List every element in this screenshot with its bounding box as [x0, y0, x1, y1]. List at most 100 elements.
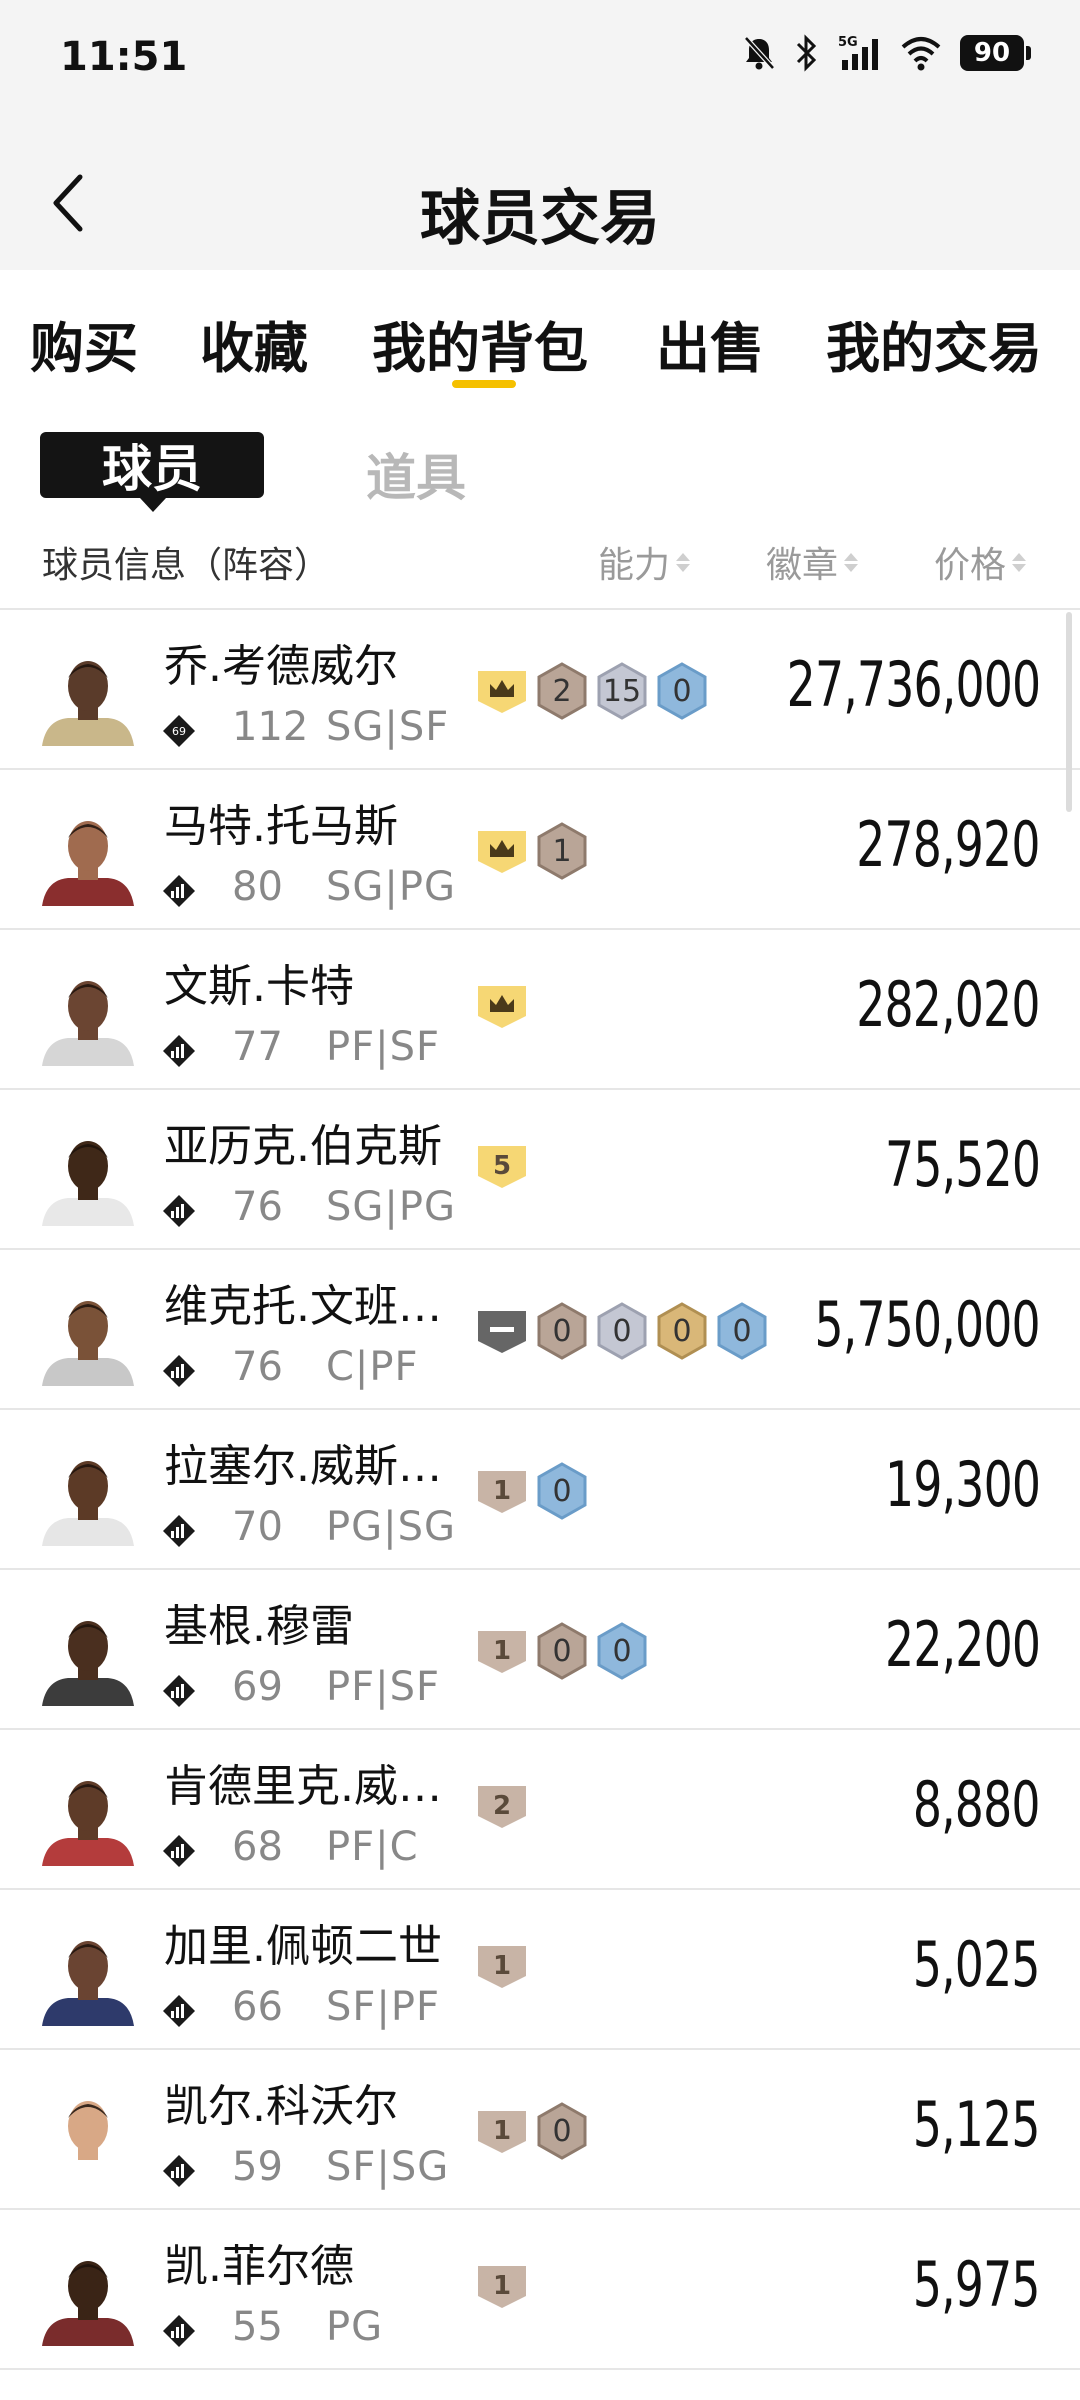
player-row[interactable]: 文斯.卡特 77 PF|SF 282,020 [0, 930, 1080, 1090]
main-tabs: 购买 收藏 我的背包 出售 我的交易 [0, 270, 1080, 400]
player-price: 19,300 [884, 1448, 1041, 1521]
sort-arrows-icon [844, 552, 859, 572]
badge-group: 2 15 0 [476, 662, 708, 720]
player-rating: 76 [232, 1344, 283, 1390]
tab-sell[interactable]: 出售 [656, 304, 764, 383]
subtab-items[interactable]: 道具 [366, 438, 466, 510]
badge-count: 0 [612, 1633, 632, 1669]
player-name: 马特.托马斯 [164, 801, 398, 852]
battery-icon: 90 [960, 35, 1031, 71]
badge-hex-bronze: 0 [536, 1622, 588, 1680]
player-position: PF|SF [326, 1664, 441, 1710]
player-price: 22,200 [884, 1608, 1041, 1681]
player-row[interactable]: 拉塞尔.威斯… 70 PG|SG 1 0 19,300 [0, 1410, 1080, 1570]
player-price: 75,520 [884, 1128, 1041, 1201]
mute-bell-icon [744, 36, 775, 70]
tab-my-backpack[interactable]: 我的背包 [372, 304, 588, 383]
player-name: 凯尔.科沃尔 [164, 2081, 398, 2132]
level-tag-value: 1 [492, 1636, 512, 1666]
player-rating: 76 [232, 1184, 283, 1230]
status-time: 11:51 [60, 34, 188, 80]
sort-badge[interactable]: 徽章 [766, 536, 859, 588]
rating-diamond-icon [163, 1195, 195, 1227]
player-row[interactable]: 肯德里克.威… 68 PF|C 2 8,880 [0, 1730, 1080, 1890]
dash-tag-icon [476, 1307, 528, 1355]
rating-diamond-icon [163, 2155, 195, 2187]
tab-favorites[interactable]: 收藏 [200, 304, 308, 383]
player-row[interactable]: 基根.穆雷 69 PF|SF 1 0 0 22,200 [0, 1570, 1080, 1730]
scrollbar[interactable] [1066, 612, 1072, 812]
player-price: 27,736,000 [786, 648, 1040, 721]
badge-hex-bronze: 1 [536, 822, 588, 880]
sort-price[interactable]: 价格 [934, 536, 1027, 588]
badge-count: 1 [552, 833, 572, 869]
sort-ability[interactable]: 能力 [598, 536, 691, 588]
signal-5g-icon: 5G [838, 35, 878, 70]
badge-count: 0 [732, 1313, 752, 1349]
badge-count: 0 [552, 1313, 572, 1349]
badge-group: 10 [476, 2102, 588, 2160]
crown-tag-icon [476, 827, 528, 875]
rating-badge-text: 69 [172, 725, 186, 738]
tab-my-trades[interactable]: 我的交易 [826, 304, 1042, 383]
rating-diamond-icon: 69 [163, 715, 195, 747]
badge-group: 10 [476, 1462, 588, 1520]
player-row[interactable]: 乔.考德威尔 69 112 SG|SF 2 15 0 27,736,000 [0, 610, 1080, 770]
badge-group: 5 [476, 1142, 528, 1190]
player-name: 加里.佩顿二世 [164, 1921, 442, 1972]
level-tag-value: 2 [492, 1791, 512, 1821]
sort-badge-label: 徽章 [766, 545, 839, 586]
badge-count: 0 [552, 2113, 572, 2149]
player-name: 基根.穆雷 [164, 1601, 354, 1652]
player-list: 乔.考德威尔 69 112 SG|SF 2 15 0 27,736,000 马特.托马斯 80 SG… [0, 608, 1080, 2370]
badge-hex-silver: 15 [596, 662, 648, 720]
level-tag-value: 1 [492, 2271, 512, 2301]
level-tag-value: 1 [492, 1476, 512, 1506]
player-position: SG|PG [326, 1184, 456, 1230]
level-tag-value: 5 [492, 1151, 512, 1181]
player-rating: 70 [232, 1504, 283, 1550]
player-rating: 69 [232, 1664, 283, 1710]
tab-buy[interactable]: 购买 [30, 304, 138, 383]
player-row[interactable]: 加里.佩顿二世 66 SF|PF 1 5,025 [0, 1890, 1080, 2050]
page-title: 球员交易 [420, 184, 660, 254]
crown-tag-icon [476, 982, 528, 1030]
badge-count: 0 [612, 1313, 632, 1349]
page-header: 球员交易 [0, 120, 1080, 270]
badge-group: 1 0 0 [476, 1622, 648, 1680]
player-avatar [42, 1781, 134, 1866]
player-position: PF|SF [326, 1024, 441, 1070]
player-position: PG|SG [326, 1504, 456, 1550]
player-position: SF|PF [326, 1984, 441, 2030]
player-position: PG [326, 2304, 384, 2350]
player-price: 8,880 [913, 1768, 1041, 1841]
player-row[interactable]: 亚历克.伯克斯 76 SG|PG 5 75,520 [0, 1090, 1080, 1250]
level-tag-value: 1 [492, 2116, 512, 2146]
badge-count: 15 [602, 673, 642, 709]
badge-group: 1 [476, 1942, 528, 1990]
active-tab-indicator [452, 380, 516, 388]
player-rating: 80 [232, 864, 283, 910]
player-position: SG|SF [326, 704, 450, 750]
rating-diamond-icon [163, 1995, 195, 2027]
player-avatar [42, 2101, 134, 2186]
level-tag: 2 [476, 1782, 528, 1830]
player-rating: 68 [232, 1824, 283, 1870]
subtab-players[interactable]: 球员 [40, 432, 264, 512]
rating-diamond-icon [163, 1035, 195, 1067]
player-row[interactable]: 马特.托马斯 80 SG|PG 1 278,920 [0, 770, 1080, 930]
player-row[interactable]: 维克托.文班… 76 C|PF 0 0 0 0 5,750,000 [0, 1250, 1080, 1410]
badge-hex-blue: 0 [596, 1622, 648, 1680]
level-tag-value: 1 [492, 1951, 512, 1981]
badge-group: 0 0 0 0 [476, 1302, 768, 1360]
sort-ability-label: 能力 [598, 545, 671, 586]
rating-diamond-icon [163, 875, 195, 907]
player-row[interactable]: 凯尔.科沃尔 59 SF|SG 1 0 5,125 [0, 2050, 1080, 2210]
player-avatar [42, 981, 134, 1066]
subtab-players-label: 球员 [102, 440, 202, 498]
rating-diamond-icon [163, 1675, 195, 1707]
player-price: 5,975 [913, 2248, 1041, 2321]
player-position: SG|PG [326, 864, 456, 910]
player-row[interactable]: 凯.菲尔德 55 PG 1 5,975 [0, 2210, 1080, 2370]
player-name: 文斯.卡特 [164, 961, 354, 1012]
